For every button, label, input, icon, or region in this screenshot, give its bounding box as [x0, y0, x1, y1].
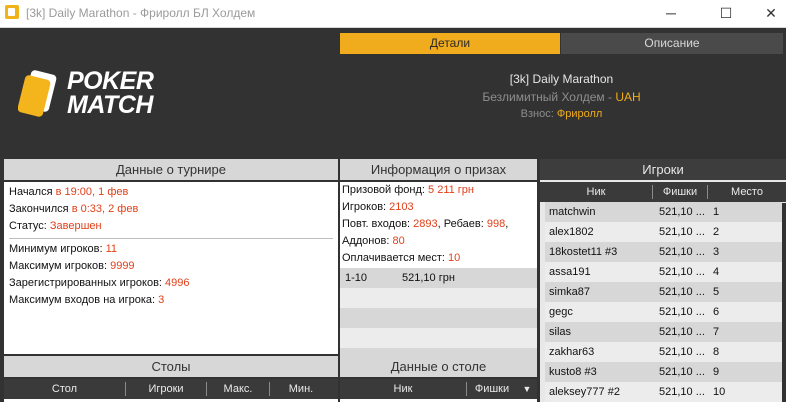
player-place: 6: [713, 306, 720, 318]
col-nick[interactable]: Ник: [540, 182, 652, 202]
col-nick[interactable]: Ник: [340, 379, 466, 399]
buyin-info: Взнос: Фриролл: [520, 108, 603, 120]
payout-row-empty: [340, 328, 537, 348]
player-chips: 521,10 ...: [659, 226, 705, 238]
app-icon: [5, 5, 19, 19]
table-data-panel: Данные о столе Ник Фишки ▼: [340, 356, 537, 402]
tournament-data-title: Данные о турнире: [4, 159, 338, 182]
players-count-line: Игроков: 2103: [342, 201, 414, 213]
col-chips[interactable]: Фишки: [653, 182, 707, 202]
tables-column-header: Стол Игроки Макс. Мин.: [4, 379, 338, 399]
player-row[interactable]: assa191 521,10 ... 4: [545, 262, 782, 282]
tournament-name: [3k] Daily Marathon: [509, 72, 614, 86]
prize-info-title: Информация о призах: [340, 159, 537, 182]
player-nick: kusto8 #3: [549, 366, 597, 378]
logo-mark-icon: [18, 70, 57, 117]
tournament-data-panel: Данные о турнире Начался в 19:00, 1 фев …: [4, 159, 338, 354]
divider: [9, 238, 333, 239]
status-line: Статус: Завершен: [9, 220, 102, 232]
tab-details[interactable]: Детали: [340, 33, 560, 54]
player-chips: 521,10 ...: [659, 386, 705, 398]
payout-row-empty: [340, 308, 537, 328]
player-place: 9: [713, 366, 720, 378]
player-place: 5: [713, 286, 720, 298]
player-chips: 521,10 ...: [659, 246, 705, 258]
player-place: 4: [713, 266, 720, 278]
maximize-button[interactable]: ☐: [703, 0, 749, 27]
logo-text: POKER MATCH: [67, 67, 154, 119]
player-place: 2: [713, 226, 720, 238]
tables-panel: Столы Стол Игроки Макс. Мин.: [4, 356, 338, 402]
close-button[interactable]: ✕: [748, 0, 786, 27]
tables-title: Столы: [4, 356, 338, 379]
players-title: Игроки: [540, 159, 786, 180]
tab-description[interactable]: Описание: [561, 33, 783, 54]
max-players-line: Максимум игроков: 9999: [9, 260, 135, 272]
player-place: 8: [713, 346, 720, 358]
player-nick: simka87: [549, 286, 590, 298]
player-row[interactable]: kusto8 #3 521,10 ... 9: [545, 362, 782, 382]
window-titlebar: [3k] Daily Marathon - Фриролл БЛ Холдем …: [0, 0, 786, 28]
minimize-button[interactable]: ─: [648, 0, 694, 27]
window-title: [3k] Daily Marathon - Фриролл БЛ Холдем: [26, 6, 256, 20]
player-row[interactable]: matchwin 521,10 ... 1: [545, 202, 782, 222]
chevron-down-icon[interactable]: ▼: [520, 379, 534, 399]
payout-row-empty: [340, 288, 537, 308]
col-max[interactable]: Макс.: [207, 379, 269, 399]
player-chips: 521,10 ...: [659, 286, 705, 298]
player-nick: silas: [549, 326, 572, 338]
player-row[interactable]: silas 521,10 ... 7: [545, 322, 782, 342]
player-row[interactable]: simka87 521,10 ... 5: [545, 282, 782, 302]
min-players-line: Минимум игроков: 11: [9, 243, 118, 255]
addons-line: Аддонов: 80: [342, 235, 405, 247]
player-chips: 521,10 ...: [659, 366, 705, 378]
player-row[interactable]: alex1802 521,10 ... 2: [545, 222, 782, 242]
payout-row[interactable]: 1-10 521,10 грн: [340, 268, 537, 288]
payout-places: 1-10: [345, 272, 368, 284]
table-data-title: Данные о столе: [340, 356, 537, 379]
player-chips: 521,10 ...: [659, 326, 705, 338]
payout-amount: 521,10 грн: [402, 272, 455, 284]
max-entries-line: Максимум входов на игрока: 3: [9, 294, 165, 306]
player-place: 3: [713, 246, 720, 258]
prize-pool-line: Призовой фонд: 5 211 грн: [342, 184, 475, 196]
player-chips: 521,10 ...: [659, 266, 705, 278]
tournament-header: Детали Описание POKER MATCH [3k] Daily M…: [0, 28, 786, 155]
col-chips[interactable]: Фишки: [467, 379, 517, 399]
table-data-column-header: Ник Фишки ▼: [340, 379, 537, 399]
col-table[interactable]: Стол: [4, 379, 125, 399]
registered-line: Зарегистрированных игроков: 4996: [9, 277, 190, 289]
player-place: 1: [713, 206, 720, 218]
finished-line: Закончился в 0:33, 2 фев: [9, 203, 139, 215]
player-nick: aleksey777 #2: [549, 386, 620, 398]
prize-info-panel: Информация о призах Призовой фонд: 5 211…: [340, 159, 537, 358]
paid-places-line: Оплачивается мест: 10: [342, 252, 461, 264]
player-place: 7: [713, 326, 720, 338]
player-chips: 521,10 ...: [659, 306, 705, 318]
player-row[interactable]: 18kostet11 #3 521,10 ... 3: [545, 242, 782, 262]
player-nick: zakhar63: [549, 346, 595, 358]
started-line: Начался в 19:00, 1 фев: [9, 186, 129, 198]
player-row[interactable]: gegc 521,10 ... 6: [545, 302, 782, 322]
player-nick: matchwin: [549, 206, 596, 218]
player-row[interactable]: zakhar63 521,10 ... 8: [545, 342, 782, 362]
player-nick: alex1802: [549, 226, 594, 238]
player-chips: 521,10 ...: [659, 346, 705, 358]
players-scrollbar[interactable]: [782, 203, 786, 402]
players-column-header: Ник Фишки Место: [540, 182, 786, 202]
player-row[interactable]: aleksey777 #2 521,10 ... 10: [545, 382, 782, 402]
game-type: Безлимитный Холдем - UAH: [482, 90, 641, 104]
player-nick: 18kostet11 #3: [549, 246, 618, 258]
player-place: 10: [713, 386, 726, 398]
player-chips: 521,10 ...: [659, 206, 705, 218]
col-min[interactable]: Мин.: [270, 379, 332, 399]
col-players[interactable]: Игроки: [126, 379, 206, 399]
reentries-line: Повт. входов: 2893, Ребаев: 998,: [342, 218, 509, 230]
col-place[interactable]: Место: [708, 182, 786, 202]
player-nick: gegc: [549, 306, 573, 318]
player-nick: assa191: [549, 266, 591, 278]
